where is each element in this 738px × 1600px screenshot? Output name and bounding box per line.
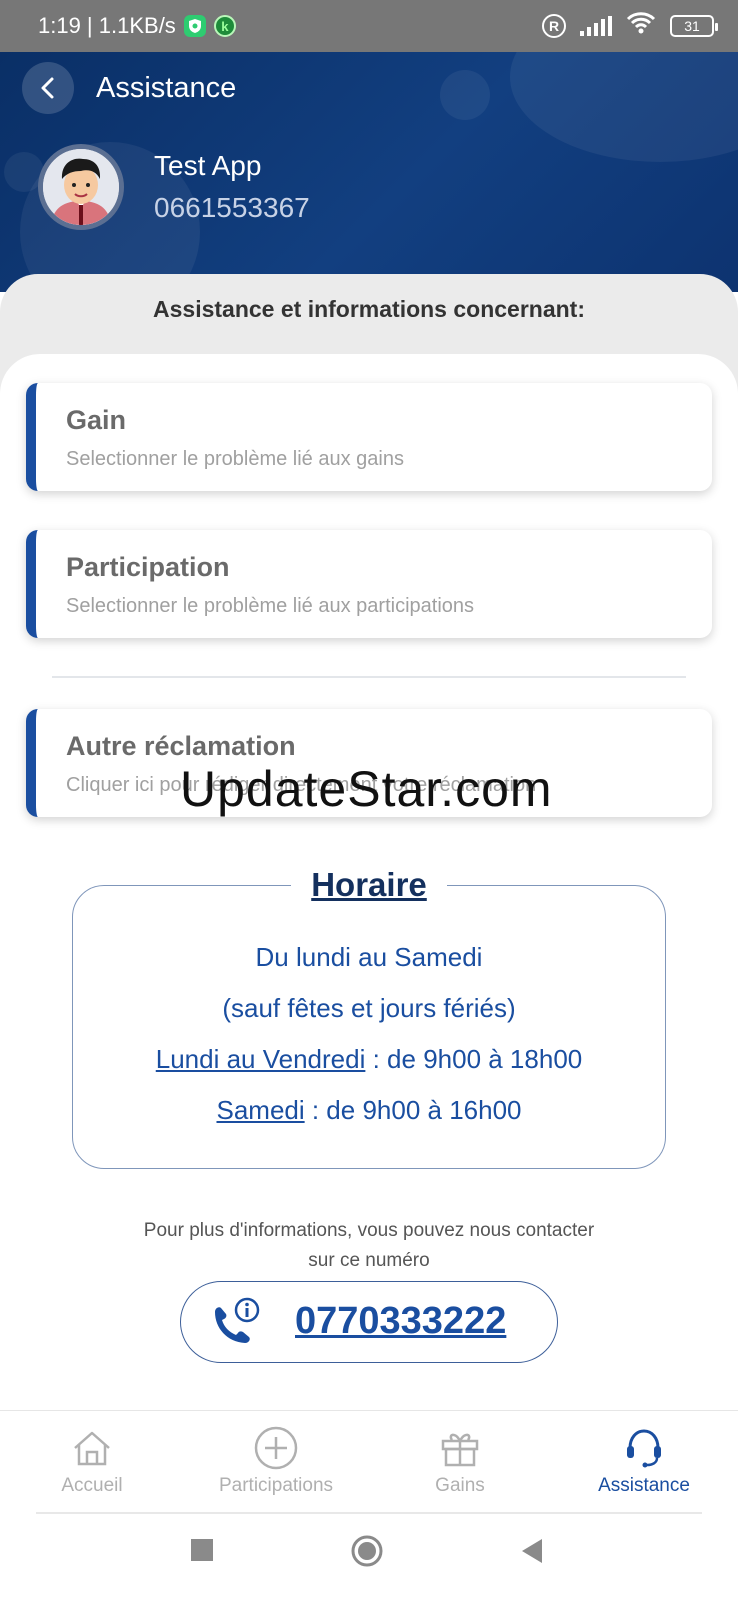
registered-icon: R — [542, 14, 566, 38]
profile-header: Assistance Test App 0661553367 — [0, 52, 738, 292]
watermark: UpdateStar.com — [180, 761, 553, 817]
option-title: Gain — [66, 405, 127, 435]
hours-weekday: Lundi au Vendredi : de 9h00 à 18h00 — [72, 1044, 666, 1075]
status-bar: 1:19 | 1.1KB/s k R 31 — [0, 0, 738, 52]
headset-icon — [552, 1425, 736, 1471]
weekday-label: Lundi au Vendredi — [155, 1044, 366, 1074]
section-title: Assistance et informations concernant: — [153, 296, 585, 322]
option-gain[interactable]: Gain Selectionner le problème lié aux ga… — [26, 383, 712, 491]
back-nav-button[interactable] — [520, 1538, 544, 1569]
bottom-nav: Accueil Participations Gains Assistance — [0, 1410, 738, 1514]
hours-title: Horaire — [0, 866, 738, 904]
option-title: Autre réclamation — [66, 731, 296, 761]
gift-icon — [368, 1425, 552, 1471]
circle-icon — [351, 1535, 383, 1567]
hours-title-text: Horaire — [291, 866, 447, 904]
option-subtitle: Selectionner le problème lié aux partici… — [66, 595, 475, 617]
chevron-left-icon — [41, 77, 54, 99]
hours-exception: (sauf fêtes et jours fériés) — [222, 993, 516, 1023]
recent-apps-button[interactable] — [190, 1538, 214, 1567]
back-button[interactable] — [22, 62, 74, 114]
k-app-icon: k — [213, 15, 236, 37]
option-title: Participation — [66, 552, 230, 582]
user-avatar-icon — [43, 149, 119, 225]
user-name: Test App — [154, 150, 262, 181]
page-title: Assistance — [96, 72, 237, 104]
nav-label: Gains — [435, 1475, 485, 1496]
nav-label: Participations — [218, 1475, 334, 1496]
avatar — [38, 144, 124, 230]
status-time: 1:19 | 1.1KB/s — [38, 13, 176, 38]
nav-item-assistance[interactable]: Assistance — [552, 1425, 736, 1497]
contact-text-line1: Pour plus d'informations, vous pouvez no… — [143, 1220, 595, 1241]
battery-icon: 31 — [670, 15, 718, 37]
shield-icon — [183, 15, 206, 37]
contact-phone-number[interactable]: 0770333222 — [295, 1300, 506, 1343]
home-icon — [0, 1425, 184, 1471]
square-icon — [191, 1539, 213, 1561]
divider — [52, 676, 686, 678]
hours-days: Du lundi au Samedi — [255, 942, 483, 972]
triangle-back-icon — [522, 1539, 542, 1563]
option-subtitle: Selectionner le problème lié aux gains — [66, 448, 404, 470]
wifi-icon — [626, 12, 656, 40]
nav-label: Accueil — [61, 1475, 123, 1496]
signal-icon — [580, 16, 612, 36]
call-button[interactable]: 0770333222 — [180, 1281, 558, 1363]
user-phone: 0661553367 — [154, 192, 310, 223]
nav-item-participations[interactable]: Participations — [184, 1425, 368, 1497]
weekday-hours: : de 9h00 à 18h00 — [365, 1044, 583, 1074]
option-participation[interactable]: Participation Selectionner le problème l… — [26, 530, 712, 638]
phone-info-icon — [207, 1296, 267, 1357]
contact-text-line2: sur ce numéro — [308, 1250, 430, 1271]
plus-circle-icon — [184, 1425, 368, 1471]
system-nav-bar — [0, 1514, 738, 1600]
nav-label: Assistance — [598, 1475, 690, 1496]
nav-item-gains[interactable]: Gains — [368, 1425, 552, 1497]
saturday-hours: : de 9h00 à 16h00 — [304, 1095, 522, 1125]
home-button[interactable] — [350, 1534, 384, 1573]
saturday-label: Samedi — [216, 1095, 305, 1125]
hours-saturday: Samedi : de 9h00 à 16h00 — [72, 1095, 666, 1126]
hours-box — [72, 885, 666, 1169]
nav-item-accueil[interactable]: Accueil — [0, 1425, 184, 1497]
